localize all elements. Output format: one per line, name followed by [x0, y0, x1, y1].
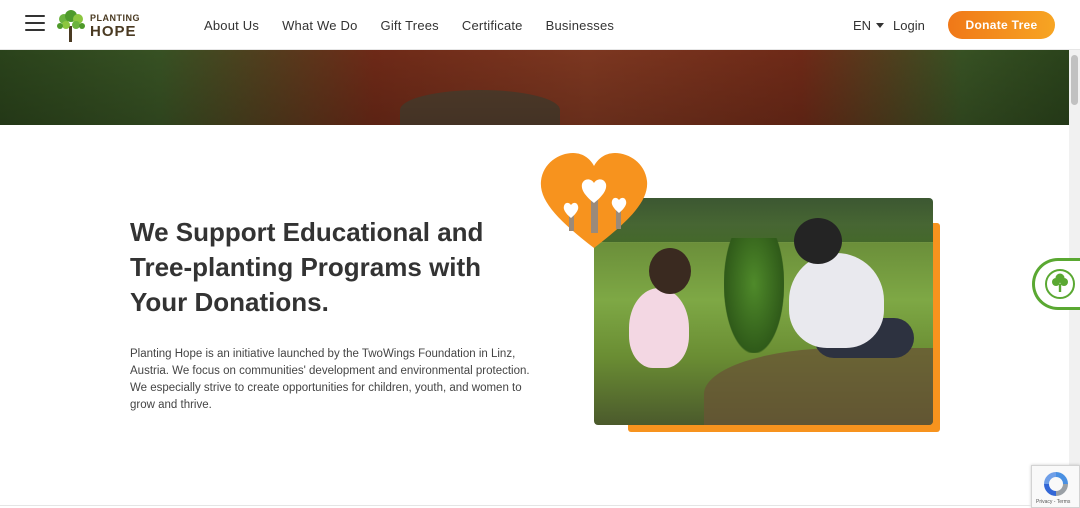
chevron-down-icon: [876, 23, 885, 28]
language-selector[interactable]: EN: [853, 18, 885, 33]
floating-tree-button[interactable]: [1032, 258, 1080, 310]
recaptcha-footer[interactable]: Privacy - Terms: [1036, 499, 1070, 505]
scrollbar-thumb[interactable]: [1071, 55, 1078, 105]
photo-girl-head: [649, 248, 691, 294]
section-body: Planting Hope is an initiative launched …: [130, 348, 530, 411]
recaptcha-badge[interactable]: Privacy - Terms: [1031, 465, 1080, 508]
tree-icon: [1045, 269, 1075, 299]
hero-image: [0, 50, 1069, 125]
hero-overlay: [0, 50, 1069, 125]
menu-icon[interactable]: [25, 15, 45, 33]
donate-tree-button[interactable]: Donate Tree: [948, 11, 1055, 39]
photo-soil: [704, 348, 933, 425]
login-link[interactable]: Login: [893, 18, 925, 33]
nav-about-us[interactable]: About Us: [204, 18, 259, 33]
photo-seedling: [724, 238, 784, 353]
photo-woman-cap: [794, 218, 842, 264]
site-header: PLANTING HOPE About Us What We Do Gift T…: [0, 0, 1080, 50]
logo[interactable]: PLANTING HOPE: [56, 9, 140, 43]
section-headline: We Support Educational and Tree-planting…: [130, 217, 484, 317]
nav-businesses[interactable]: Businesses: [546, 18, 614, 33]
recaptcha-icon: [1044, 472, 1068, 496]
photo-woman-body: [789, 253, 884, 348]
logo-top-text: PLANTING: [90, 12, 140, 23]
language-label: EN: [853, 18, 872, 33]
logo-tree-icon: [57, 10, 85, 42]
section-divider: [0, 505, 1031, 506]
photo-girl-body: [629, 288, 689, 368]
nav-certificate[interactable]: Certificate: [462, 18, 523, 33]
heart-badge-icon: [540, 153, 648, 248]
nav-gift-trees[interactable]: Gift Trees: [381, 18, 439, 33]
logo-bottom-text: HOPE: [90, 22, 137, 40]
main-nav: About Us What We Do Gift Trees Certifica…: [204, 0, 637, 50]
nav-what-we-do[interactable]: What We Do: [282, 18, 357, 33]
